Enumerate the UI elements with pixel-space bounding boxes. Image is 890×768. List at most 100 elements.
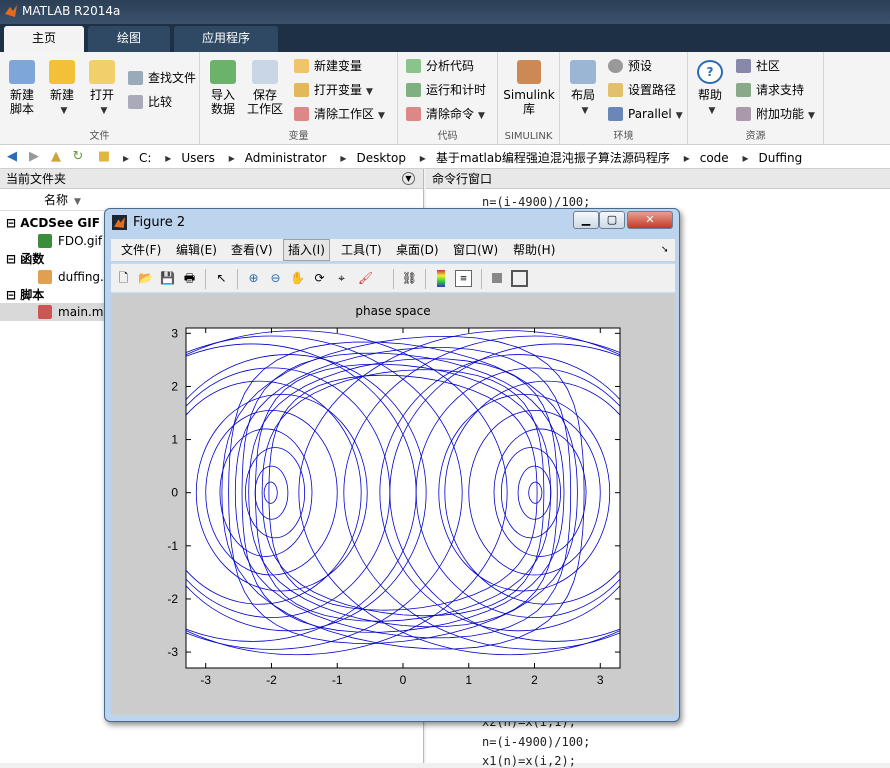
help-icon: ? [697, 60, 723, 84]
toolbar-divider [425, 269, 426, 289]
file-name: main.m [58, 305, 104, 319]
brush-icon[interactable]: 🖌 [357, 270, 374, 287]
maximize-button[interactable]: ▢ [599, 211, 625, 229]
current-folder-header: 当前文件夹 ▼ [0, 169, 423, 189]
pan-icon[interactable]: ✋ [289, 270, 306, 287]
figure-window[interactable]: Figure 2 ▁ ▢ ✕ 文件(F) 编辑(E) 查看(V) 插入(I) 工… [104, 208, 680, 722]
layout-button[interactable]: 布局 ▼ [566, 60, 600, 118]
save-icon[interactable]: 💾 [159, 270, 176, 287]
collapse-icon: ⊟ [6, 288, 17, 302]
browse-folder-icon[interactable]: ↻ [70, 149, 86, 165]
menu-edit[interactable]: 编辑(E) [172, 239, 221, 261]
compare-button[interactable]: 比较 [128, 92, 172, 112]
legend-icon[interactable]: ≡ [455, 270, 472, 287]
group-header[interactable]: ⊟ 函数 [6, 250, 44, 268]
data-cursor-icon[interactable]: ⌖ [333, 270, 350, 287]
figure-toolbar: 🗋 📂 💾 🖶 ↖ ⊕ ⊖ ✋ ⟳ ⌖ 🖌 ⛓ ≡ [111, 263, 675, 293]
new-variable-button[interactable]: 新建变量 [294, 56, 362, 76]
new-figure-icon[interactable]: 🗋 [115, 270, 132, 287]
set-path-button[interactable]: 设置路径 [608, 80, 676, 100]
collapse-icon: ⊟ [6, 252, 17, 266]
phase-space-plot[interactable]: -3 -2 -1 0 1 2 3 -3 -2 -1 0 1 2 3 [111, 294, 675, 715]
gear-icon [608, 59, 623, 73]
find-files-button[interactable]: 查找文件 [128, 68, 196, 88]
menu-tools[interactable]: 工具(T) [337, 239, 386, 261]
crumb[interactable]: C: [139, 151, 151, 165]
zoom-out-icon[interactable]: ⊖ [267, 270, 284, 287]
colorbar-icon[interactable] [437, 270, 445, 287]
y-tick-label: 3 [171, 326, 178, 340]
preferences-button[interactable]: 预设 [608, 56, 652, 76]
tab-plots[interactable]: 绘图 [88, 26, 170, 52]
crumb[interactable]: Users [181, 151, 215, 165]
menu-insert[interactable]: 插入(I) [283, 239, 330, 261]
menu-file[interactable]: 文件(F) [117, 239, 165, 261]
menu-view[interactable]: 查看(V) [227, 239, 277, 261]
chevron-down-icon: ▼ [100, 106, 108, 116]
ribbon-tab-bar: 主页 绘图 应用程序 [0, 24, 890, 52]
link-plot-icon[interactable]: ⛓ [401, 270, 418, 287]
crumb[interactable]: Administrator [245, 151, 327, 165]
run-and-time-icon [406, 83, 421, 97]
back-arrow-icon[interactable]: ◀ [4, 149, 20, 165]
list-item-selected[interactable]: main.m [0, 303, 104, 321]
ribbon-group-variable: 导入 数据 保存 工作区 新建变量 打开变量 ▼ 清除工作区 ▼ 变量 [200, 52, 398, 144]
crumb[interactable]: Duffing [759, 151, 803, 165]
new-button[interactable]: 新建 ▼ [44, 60, 80, 118]
folder-icon: ■ [97, 149, 111, 164]
import-data-button[interactable]: 导入 数据 [206, 60, 240, 116]
community-icon [736, 59, 751, 73]
save-workspace-label: 保存 工作区 [246, 88, 283, 116]
panel-menu-icon[interactable]: ▼ [402, 172, 415, 185]
crumb[interactable]: 基于matlab编程强迫混沌振子算法源码程序 [436, 151, 670, 165]
zoom-in-icon[interactable]: ⊕ [245, 270, 262, 287]
add-ons-button[interactable]: 附加功能 ▼ [736, 104, 815, 124]
rotate-3d-icon[interactable]: ⟳ [311, 270, 328, 287]
up-folder-icon[interactable]: ▲ [48, 149, 64, 165]
community-button[interactable]: 社区 [736, 56, 780, 76]
tab-apps[interactable]: 应用程序 [174, 26, 278, 52]
request-support-label: 请求支持 [756, 83, 805, 97]
crumb[interactable]: Desktop [356, 151, 406, 165]
forward-arrow-icon[interactable]: ▶ [26, 149, 42, 165]
open-button[interactable]: 打开 ▼ [84, 60, 120, 118]
save-workspace-button[interactable]: 保存 工作区 [246, 60, 284, 116]
tab-home[interactable]: 主页 [4, 26, 84, 52]
help-button[interactable]: ? 帮助 ▼ [694, 60, 726, 118]
list-item[interactable]: FDO.gif [38, 232, 102, 250]
menu-help[interactable]: 帮助(H) [509, 239, 559, 261]
menu-window[interactable]: 窗口(W) [449, 239, 502, 261]
dock-arrow-icon[interactable]: ➘ [657, 239, 673, 261]
collapse-icon: ⊟ [6, 216, 17, 230]
print-icon[interactable]: 🖶 [181, 270, 198, 287]
show-plot-tools-icon[interactable] [511, 270, 528, 287]
ribbon-group-code: 分析代码 运行和计时 清除命令 ▼ 代码 [398, 52, 498, 144]
current-folder-title: 当前文件夹 [6, 172, 67, 186]
minimize-button[interactable]: ▁ [573, 211, 599, 229]
open-variable-button[interactable]: 打开变量 ▼ [294, 80, 373, 100]
run-and-time-label: 运行和计时 [426, 83, 487, 97]
clear-commands-button[interactable]: 清除命令 ▼ [406, 104, 485, 124]
simulink-library-button[interactable]: Simulink 库 [502, 60, 556, 116]
figure-canvas[interactable]: phase space -3 -2 -1 0 1 2 3 -3 -2 -1 0 1 2 3 [111, 294, 675, 715]
chevron-down-icon: ▼ [581, 106, 589, 116]
hide-plot-tools-icon[interactable] [492, 273, 502, 283]
analyze-code-button[interactable]: 分析代码 [406, 56, 474, 76]
open-label: 打开 [89, 88, 114, 102]
clear-workspace-button[interactable]: 清除工作区 ▼ [294, 104, 385, 124]
group-header[interactable]: ⊟ ACDSee GIF 图 [6, 214, 116, 232]
clear-workspace-label: 清除工作区 [314, 107, 375, 121]
crumb[interactable]: code [700, 151, 729, 165]
parallel-button[interactable]: Parallel ▼ [608, 104, 683, 124]
request-support-button[interactable]: 请求支持 [736, 80, 804, 100]
x-tick-label: 0 [400, 673, 407, 687]
chevron-down-icon: ▼ [478, 111, 485, 121]
menu-desktop[interactable]: 桌面(D) [392, 239, 443, 261]
close-button[interactable]: ✕ [627, 211, 673, 229]
pointer-icon[interactable]: ↖ [213, 270, 230, 287]
open-file-icon[interactable]: 📂 [137, 270, 154, 287]
group-header[interactable]: ⊟ 脚本 [6, 286, 44, 304]
new-script-button[interactable]: 新建 脚本 [4, 60, 40, 116]
run-and-time-button[interactable]: 运行和计时 [406, 80, 486, 100]
chevron-right-icon: ▸ [742, 151, 749, 165]
